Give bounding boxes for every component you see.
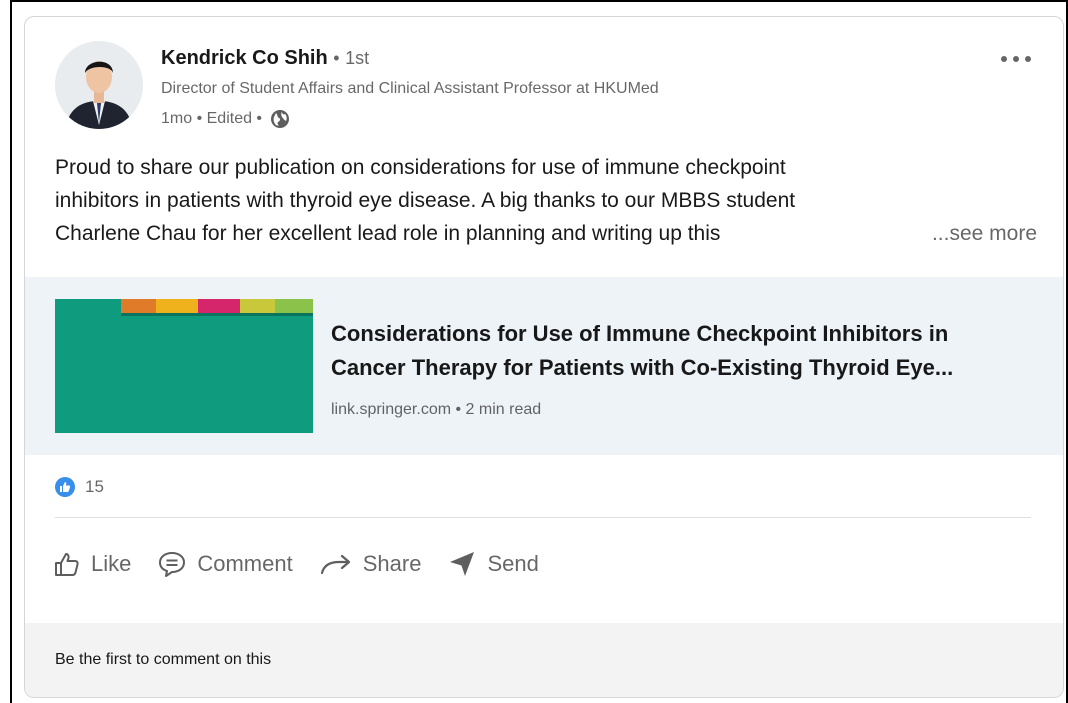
first-comment-prompt[interactable]: Be the first to comment on this (55, 651, 271, 669)
comment-label: Comment (197, 551, 293, 576)
send-label: Send (487, 551, 539, 576)
ellipsis-icon-dot (1001, 56, 1007, 62)
article-title[interactable]: Considerations for Use of Immune Checkpo… (331, 317, 1043, 385)
comment-button[interactable]: Comment (157, 550, 293, 578)
send-button[interactable]: Send (447, 549, 539, 579)
ellipsis-icon-dot (1025, 56, 1031, 62)
post-line: inhibitors in patients with thyroid eye … (55, 189, 796, 212)
share-arrow-icon (320, 554, 350, 575)
globe-icon (270, 109, 290, 129)
comment-icon (159, 552, 186, 577)
comments-footer: Be the first to comment on this (25, 623, 1063, 697)
article-title-line: Cancer Therapy for Patients with Co-Exis… (331, 355, 954, 380)
author-headline: Director of Student Affairs and Clinical… (161, 80, 659, 97)
like-reaction-icon (55, 477, 75, 497)
ellipsis-icon-dot (1013, 56, 1019, 62)
article-preview[interactable]: Considerations for Use of Immune Checkpo… (25, 277, 1063, 455)
reactions-count[interactable]: 15 (55, 477, 104, 497)
thumbnail-bar-shadow (121, 313, 313, 316)
like-button[interactable]: Like (53, 550, 131, 578)
thumbs-up-icon (55, 553, 79, 576)
like-label: Like (91, 551, 132, 576)
post-options-button[interactable] (991, 47, 1041, 71)
social-actions-bar: Like Comment Share Send (53, 549, 539, 579)
connection-degree: 1st (345, 48, 370, 68)
see-more-link[interactable]: ...see more (923, 217, 1037, 250)
post-line: Proud to share our publication on consid… (55, 156, 786, 179)
post-meta: 1mo • Edited • (161, 109, 290, 129)
post-timestamp: 1mo • Edited • (161, 110, 263, 127)
article-thumbnail (55, 299, 313, 433)
author-name-row: Kendrick Co Shih • 1st (161, 47, 369, 70)
divider (55, 517, 1031, 518)
share-label: Share (362, 551, 422, 576)
article-title-line: Considerations for Use of Immune Checkpo… (331, 321, 949, 346)
send-icon (450, 552, 475, 576)
name-separator: • (333, 48, 340, 68)
reaction-count: 15 (85, 477, 104, 496)
post-body: Proud to share our publication on consid… (55, 151, 1037, 250)
thumbnail-color-bar (121, 299, 313, 313)
article-source: link.springer.com • 2 min read (331, 401, 542, 418)
share-button[interactable]: Share (319, 550, 422, 578)
author-name[interactable]: Kendrick Co Shih (161, 47, 328, 69)
feed-post-card: Kendrick Co Shih • 1st Director of Stude… (24, 16, 1064, 698)
post-line: Charlene Chau for her excellent lead rol… (55, 222, 721, 245)
author-avatar[interactable] (55, 41, 143, 129)
